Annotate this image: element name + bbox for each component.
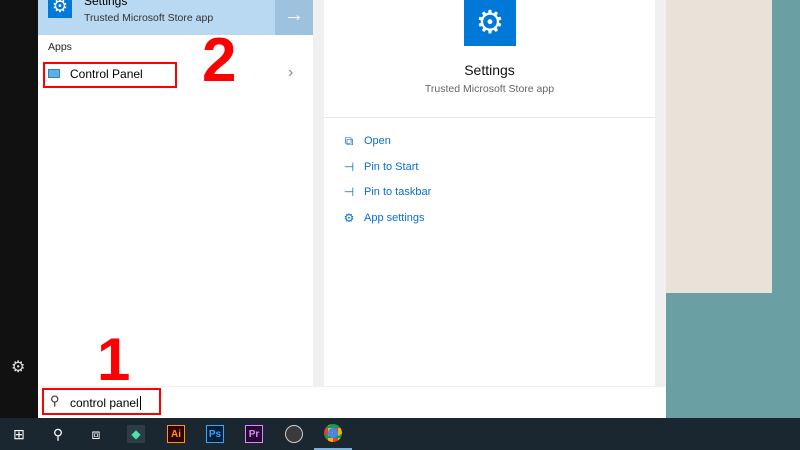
apps-header: Apps (48, 41, 72, 53)
obs-icon[interactable] (275, 418, 313, 450)
action-label: Open (364, 135, 391, 147)
app-label: Ai (167, 425, 185, 443)
results-list (38, 0, 313, 386)
action-open[interactable]: ⧉ Open (342, 133, 391, 149)
action-pin-to-taskbar[interactable]: ⊣ Pin to taskbar (342, 184, 432, 200)
best-match-subtitle: Trusted Microsoft Store app (84, 12, 214, 24)
gear-icon: ⚙ (464, 0, 516, 46)
action-pin-to-start[interactable]: ⊣ Pin to Start (342, 159, 419, 175)
illustrator-icon[interactable]: Ai (157, 418, 195, 450)
chevron-right-icon[interactable]: › (288, 64, 293, 82)
detail-subtitle: Trusted Microsoft Store app (424, 83, 555, 95)
chrome-icon[interactable] (314, 418, 352, 450)
annotation-step-1: 1 (97, 326, 131, 393)
annotation-box-search (42, 388, 161, 415)
action-label: Pin to taskbar (364, 186, 432, 198)
photoshop-icon[interactable]: Ps (196, 418, 234, 450)
annotation-step-2: 2 (202, 26, 237, 95)
open-icon: ⧉ (344, 133, 354, 148)
action-app-settings[interactable]: ⚙ App settings (342, 210, 425, 226)
settings-gear-icon[interactable]: ⚙ (11, 357, 25, 377)
best-match-settings[interactable]: ⚙ Settings Trusted Microsoft Store app (38, 0, 275, 35)
desktop-wallpaper (666, 0, 772, 293)
pin-icon: ⊣ (343, 185, 355, 199)
windows-start-icon[interactable]: ⊞ (0, 418, 38, 450)
premiere-icon[interactable]: Pr (235, 418, 273, 450)
action-label: Pin to Start (364, 161, 419, 173)
pin-icon: ⊣ (343, 160, 355, 174)
action-label: App settings (364, 212, 425, 224)
arrow-right-icon[interactable]: → (275, 0, 313, 35)
start-left-rail: ⚙ (0, 0, 38, 418)
best-match-title: Settings (84, 0, 128, 8)
search-icon[interactable]: ⚲ (39, 418, 77, 450)
app-label: Pr (245, 425, 263, 443)
task-view-icon[interactable]: ⧈ (77, 418, 115, 450)
app-label: Ps (206, 425, 224, 443)
detail-title: Settings (464, 62, 515, 78)
filmora-icon[interactable]: ◆ (117, 418, 155, 450)
annotation-box-control-panel (43, 62, 177, 88)
divider (324, 117, 655, 118)
gear-icon: ⚙ (343, 211, 355, 225)
gear-icon: ⚙ (48, 0, 72, 18)
